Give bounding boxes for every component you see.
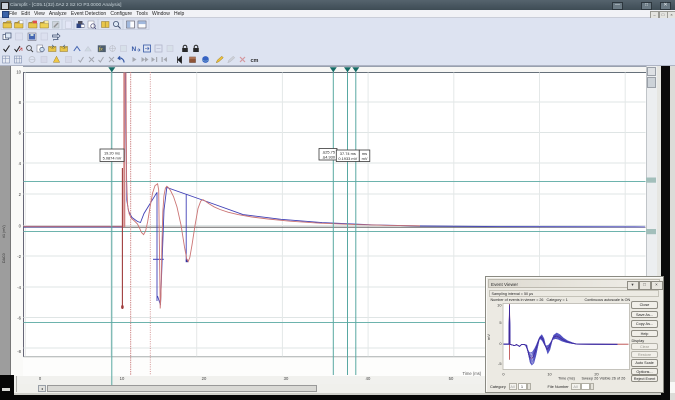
svg-text:30: 30 — [284, 376, 289, 381]
svg-text:-6: -6 — [17, 316, 21, 321]
svg-text:10: 10 — [547, 372, 552, 377]
svg-text:2: 2 — [19, 192, 22, 197]
svg-text:40: 40 — [366, 376, 371, 381]
svg-text:0: 0 — [39, 376, 42, 381]
svg-text:50: 50 — [449, 376, 454, 381]
svg-text:10: 10 — [120, 376, 125, 381]
svg-text:mV: mV — [486, 334, 491, 340]
svg-text:5: 5 — [499, 320, 501, 325]
svg-text:10: 10 — [16, 70, 21, 75]
svg-text:-4: -4 — [17, 285, 21, 290]
svg-text:-2: -2 — [17, 254, 21, 259]
svg-text:0: 0 — [502, 372, 505, 377]
svg-text:Time (ms): Time (ms) — [463, 371, 482, 376]
svg-text:6: 6 — [19, 131, 22, 136]
svg-text:8: 8 — [19, 100, 22, 105]
svg-text:10: 10 — [497, 303, 502, 308]
svg-text:Sweep 26 Visible 26 of 26: Sweep 26 Visible 26 of 26 — [581, 377, 625, 381]
svg-text:mV: mV — [362, 156, 368, 161]
svg-text:20: 20 — [202, 376, 207, 381]
svg-text:Δ4.930: Δ4.930 — [323, 154, 336, 159]
svg-text:0.1933 mV: 0.1933 mV — [338, 156, 357, 161]
svg-text:Time (ms): Time (ms) — [558, 377, 576, 381]
svg-text:5.0874 mV: 5.0874 mV — [103, 155, 122, 160]
svg-text:-5: -5 — [498, 361, 501, 366]
svg-text:0: 0 — [19, 224, 22, 229]
svg-text:4: 4 — [19, 161, 22, 166]
svg-text:0: 0 — [499, 341, 502, 346]
svg-text:-8: -8 — [17, 349, 21, 354]
